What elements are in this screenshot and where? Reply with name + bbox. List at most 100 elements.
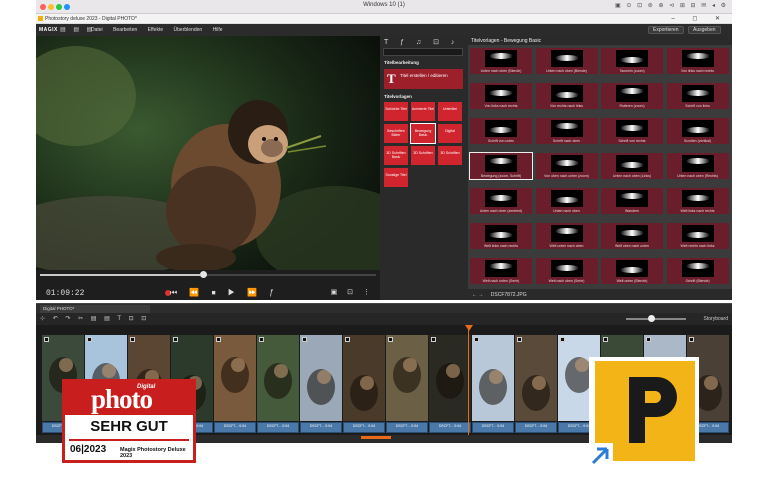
template-item[interactable]: Unten nach oben (Rechts) [666,153,729,179]
clip-label[interactable]: DSCF7... 0:04 [343,422,385,433]
template-thumbnail [681,120,714,137]
clip-checkbox[interactable] [388,337,393,342]
template-item[interactable]: Welt links nach rechts [666,188,729,214]
menu-transitions[interactable]: Überblenden [174,27,203,33]
clip-checkbox[interactable] [345,337,350,342]
template-category[interactable]: 3D Schriften [438,146,462,165]
output-button[interactable]: Ausgeben [688,26,721,34]
template-item[interactable]: Welt nach oben (Serie) [535,258,598,284]
clip-checkbox[interactable] [44,337,49,342]
clip-label[interactable]: DSCF7... 0:04 [257,422,299,433]
clip-checkbox[interactable] [560,337,565,342]
timeline-clip[interactable] [343,335,385,421]
menu-help[interactable]: Hilfe [213,27,223,33]
template-item[interactable]: Wandern [601,188,663,214]
template-item[interactable]: Welt rechts nach links [666,223,729,249]
timeline-tool-icons[interactable]: ⊹ ↶ ↷ ✂ ▤ ▤ T ⊡ ⊡ [40,315,149,322]
clip-checkbox[interactable] [302,337,307,342]
preview-option-icons[interactable]: ▣ ⊡ ⋮ [331,288,374,296]
search-input[interactable] [383,48,463,56]
project-tab[interactable]: Digital PHOTO* [40,305,150,313]
view-mode-label[interactable]: Storyboard [704,316,728,322]
timeline-clip[interactable] [515,335,557,421]
clip-checkbox[interactable] [259,337,264,342]
template-item[interactable]: Unten nach oben (Blende) [470,48,532,74]
template-item[interactable]: Unten nach oben (Links) [601,153,663,179]
scrollbar-thumb[interactable] [361,436,391,439]
template-category[interactable]: Digital [438,124,462,143]
zoom-slider-handle[interactable] [648,315,655,322]
scrubber-handle[interactable] [200,271,207,278]
clip-checkbox[interactable] [130,337,135,342]
back-arrow-icon[interactable]: ← → [472,292,483,298]
template-item[interactable]: Unten nach oben (zentriert) [470,188,532,214]
clip-checkbox[interactable] [87,337,92,342]
template-item[interactable]: Schrift von links [666,83,729,109]
template-item[interactable]: Schrift von unten [470,118,532,144]
template-category[interactable]: Sonstige Titel [384,168,408,187]
clip-label[interactable]: DSCF7... 0:04 [472,422,514,433]
section-title-templates[interactable]: Titelvorlagen [384,94,412,99]
template-item[interactable]: Von links nach rechts [470,83,532,109]
template-item[interactable]: Welt links nach rechts [470,223,532,249]
timeline-clip[interactable] [214,335,256,421]
template-category-selected[interactable]: Bewegung Basic [410,123,436,144]
timeline-clip[interactable] [300,335,342,421]
template-item[interactable]: Taumeln (zoom) [601,48,663,74]
clip-checkbox[interactable] [431,337,436,342]
template-item[interactable]: Von links nach rechts [666,48,729,74]
video-preview[interactable] [36,36,380,270]
template-category[interactable]: 3D Schriften [411,146,435,165]
clip-checkbox[interactable] [173,337,178,342]
template-category[interactable]: Beschriften Bilder [384,124,408,143]
template-item[interactable]: Unten nach oben [535,188,598,214]
template-item[interactable]: Schrift von rechts [601,118,663,144]
template-item[interactable]: Schrift (Blende) [666,258,729,284]
template-item[interactable]: Schrift nach oben [535,118,598,144]
template-category[interactable]: Untertitel [438,102,462,121]
timeline-clip[interactable] [257,335,299,421]
clip-checkbox[interactable] [689,337,694,342]
template-category[interactable]: Animierte Titel [411,102,435,121]
template-category[interactable]: Schlichte Titel [384,102,408,121]
template-item[interactable]: Welt nach unten (Serie) [470,258,532,284]
template-item[interactable]: Welt unten nach oben [535,223,598,249]
clip-label[interactable]: DSCF7... 0:04 [300,422,342,433]
template-item[interactable]: Unten nach oben (Blende) [535,48,598,74]
preview-scrubber[interactable] [40,271,376,278]
clip-label[interactable]: DSCF7... 0:04 [515,422,557,433]
playhead-handle[interactable] [465,325,473,331]
magazine-logo-prefix: Digital [137,384,156,390]
timeline-clip[interactable] [386,335,428,421]
clip-checkbox[interactable] [603,337,608,342]
transport-buttons[interactable]: ⏮ ⏪ ⏹ ▶ ⏩ ƒ [170,288,279,298]
zoom-slider[interactable] [626,318,686,320]
export-button[interactable]: Exportieren [648,26,684,34]
menu-file[interactable]: Datei [91,27,103,33]
clip-label[interactable]: DSCF7... 0:04 [214,422,256,433]
template-item[interactable]: Welt unten (Blende) [601,258,663,284]
template-item[interactable]: Von oben nach unten (zoom) [535,153,598,179]
clip-checkbox[interactable] [646,337,651,342]
menu-edit[interactable]: Bearbeiten [113,27,137,33]
window-controls[interactable]: – ◻ ✕ [671,15,728,22]
template-category[interactable]: 3D Schriften Basic [384,146,408,165]
clip-checkbox[interactable] [474,337,479,342]
create-title-button[interactable]: T Titel erstellen / editieren [384,69,463,89]
clip-label[interactable]: DSCF7... 0:04 [386,422,428,433]
template-item[interactable]: Von rechts nach links [535,83,598,109]
clip-label[interactable]: DSCF7... 0:04 [429,422,471,433]
template-item[interactable]: Bewegung (zoom, Schrift) [469,152,533,180]
clip-checkbox[interactable] [216,337,221,342]
template-item[interactable]: Scrollen (vertikal) [666,118,729,144]
media-pool-tab-icons[interactable]: T ƒ ♫ ⊡ ♪ [384,38,459,46]
menu-effects[interactable]: Effekte [148,27,163,33]
template-item[interactable]: Rotieren (zoom) [601,83,663,109]
template-item[interactable]: Welt oben nach unten [601,223,663,249]
mac-toolbar-icons[interactable]: ▣ ⊙ ⊡ ⊚ ⊕ ⊲ ⊞ ⊟ ✉ ◂ ⚙ [615,2,728,9]
clip-checkbox[interactable] [517,337,522,342]
section-title-editing[interactable]: Titelbearbeitung [384,60,419,65]
timeline-clip[interactable] [429,335,471,421]
playhead[interactable] [468,325,469,443]
timeline-clip[interactable] [472,335,514,421]
